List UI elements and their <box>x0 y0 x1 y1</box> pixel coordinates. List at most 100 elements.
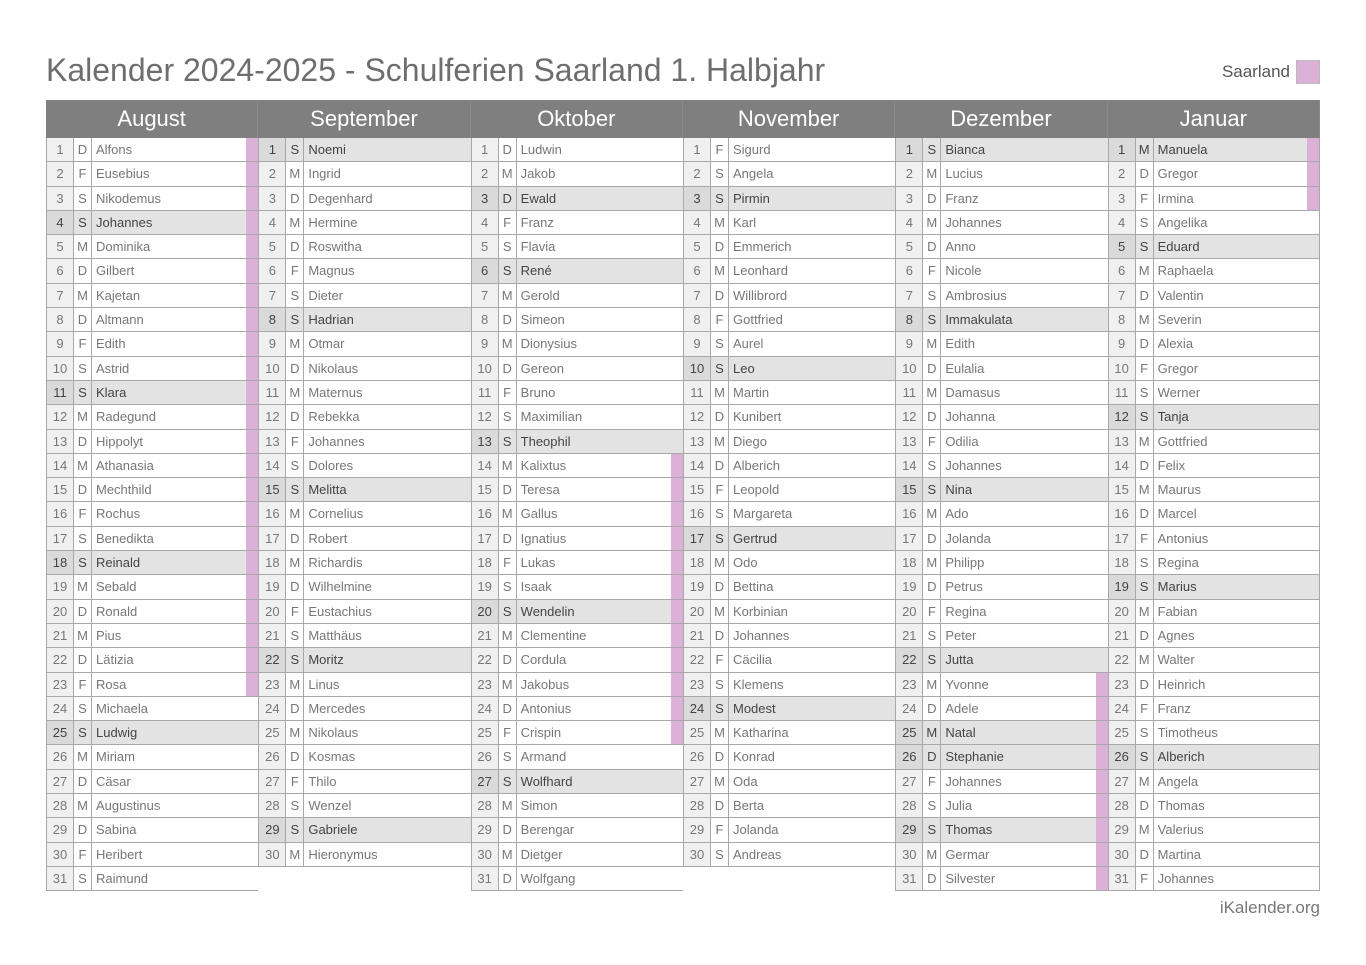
holiday-marker <box>1096 284 1108 307</box>
day-number: 22 <box>1107 648 1136 672</box>
weekday: S <box>1136 721 1154 745</box>
weekday: D <box>499 478 517 502</box>
holiday-marker <box>246 332 259 356</box>
weekday: S <box>286 138 305 162</box>
day-number: 8 <box>258 308 287 332</box>
day-number: 23 <box>895 672 924 696</box>
day-number: 2 <box>258 162 287 186</box>
name-day: Dolores <box>308 457 354 473</box>
day-row: 21 S Matthäus <box>258 623 471 649</box>
holiday-marker <box>1307 575 1319 598</box>
day-number: 21 <box>470 623 499 648</box>
name-day: Martin <box>732 384 770 400</box>
holiday-marker <box>1307 381 1319 404</box>
holiday-marker <box>883 745 895 768</box>
day-number: 29 <box>46 818 74 842</box>
name-day: Antonius <box>1157 530 1209 546</box>
day-number: 20 <box>470 599 499 623</box>
day-row: 19 M Sebald <box>46 575 259 600</box>
day-number: 21 <box>46 623 74 648</box>
day-number: 29 <box>1107 818 1136 842</box>
weekday: S <box>74 356 92 380</box>
month-header: September <box>258 100 471 138</box>
day-row: 2 M Ingrid <box>258 162 471 187</box>
day-row: 17 S Benedikta <box>46 526 259 552</box>
holiday-marker <box>1307 357 1319 380</box>
day-number: 5 <box>682 235 711 259</box>
month-header: August <box>46 100 259 138</box>
holiday-marker <box>1307 673 1319 696</box>
day-number: 1 <box>46 138 74 162</box>
name-day: Altmann <box>96 312 144 328</box>
name-day: Marcel <box>1157 506 1197 522</box>
day-number: 5 <box>470 235 499 259</box>
holiday-marker <box>459 357 471 380</box>
day-number: 14 <box>895 453 924 478</box>
weekday: F <box>711 308 729 332</box>
day-row: 17 S Gertrud <box>682 526 896 552</box>
weekday: S <box>74 380 92 405</box>
name-day: Natal <box>945 725 976 741</box>
day-row: 11 M Maternus <box>258 380 471 406</box>
holiday-marker <box>1096 308 1108 331</box>
day-row: 10 S Astrid <box>46 356 259 381</box>
day-row: 24 D Antonius <box>470 696 683 722</box>
name-day: Angelika <box>1157 214 1208 230</box>
name-day: Gabriele <box>308 822 358 838</box>
day-number: 19 <box>470 575 499 599</box>
day-row: 13 M Gottfried <box>1107 429 1320 454</box>
holiday-marker <box>670 502 683 526</box>
name-day: Mechthild <box>96 482 152 498</box>
weekday: D <box>711 575 729 599</box>
name-day: Nicole <box>945 263 982 279</box>
name-day: Regina <box>1157 555 1199 571</box>
name-day: Simon <box>520 798 558 814</box>
weekday: D <box>923 405 942 429</box>
month-dezember: Dezember 1 S Bianca 2 M Lucius 3 D Franz 4 M Johanne… <box>895 100 1108 892</box>
holiday-marker <box>459 794 471 817</box>
weekday: S <box>286 648 305 672</box>
day-number: 17 <box>1107 526 1136 551</box>
name-day: Hieronymus <box>308 846 378 862</box>
day-row: 5 M Dominika <box>46 235 259 260</box>
name-day: Felix <box>1157 457 1186 473</box>
day-row: 6 D Gilbert <box>46 259 259 284</box>
holiday-marker <box>883 162 895 185</box>
day-row: 21 M Pius <box>46 623 259 649</box>
day-number: 3 <box>895 186 924 210</box>
name-day: Johannes <box>732 627 790 643</box>
day-number: 8 <box>46 308 74 332</box>
weekday: M <box>923 502 942 526</box>
day-number: 9 <box>1107 332 1136 356</box>
day-row: 14 M Kalixtus <box>470 453 683 479</box>
weekday: S <box>286 794 305 818</box>
holiday-marker <box>883 235 895 258</box>
weekday: S <box>1136 235 1154 259</box>
day-row: 16 M Gallus <box>470 502 683 527</box>
weekday: M <box>711 769 729 794</box>
name-day: Agnes <box>1157 627 1195 643</box>
day-number: 28 <box>470 794 499 818</box>
holiday-marker <box>1307 794 1319 817</box>
holiday-marker <box>883 673 895 696</box>
holiday-marker <box>459 527 471 550</box>
holiday-marker <box>459 673 471 696</box>
holiday-marker <box>1307 308 1319 331</box>
day-row: 23 D Heinrich <box>1107 672 1320 697</box>
name-day: Maurus <box>1157 482 1201 498</box>
name-day: Johannes <box>945 773 1002 789</box>
name-day: Karl <box>732 214 757 230</box>
holiday-marker <box>671 162 683 185</box>
name-day: Nikolaus <box>308 725 359 741</box>
weekday: S <box>499 429 517 453</box>
weekday: M <box>923 551 942 575</box>
day-number: 7 <box>1107 283 1136 308</box>
day-number: 15 <box>1107 478 1136 502</box>
day-number: 31 <box>470 866 499 891</box>
day-number: 15 <box>470 478 499 502</box>
day-number: 4 <box>1107 210 1136 235</box>
name-day: Margareta <box>732 506 793 522</box>
name-day: Leonhard <box>732 263 788 279</box>
calendar-grid: August 1 D Alfons 2 F Eusebius 3 S Nikodemus 4 S Joh… <box>46 100 1320 892</box>
weekday: S <box>499 405 517 429</box>
